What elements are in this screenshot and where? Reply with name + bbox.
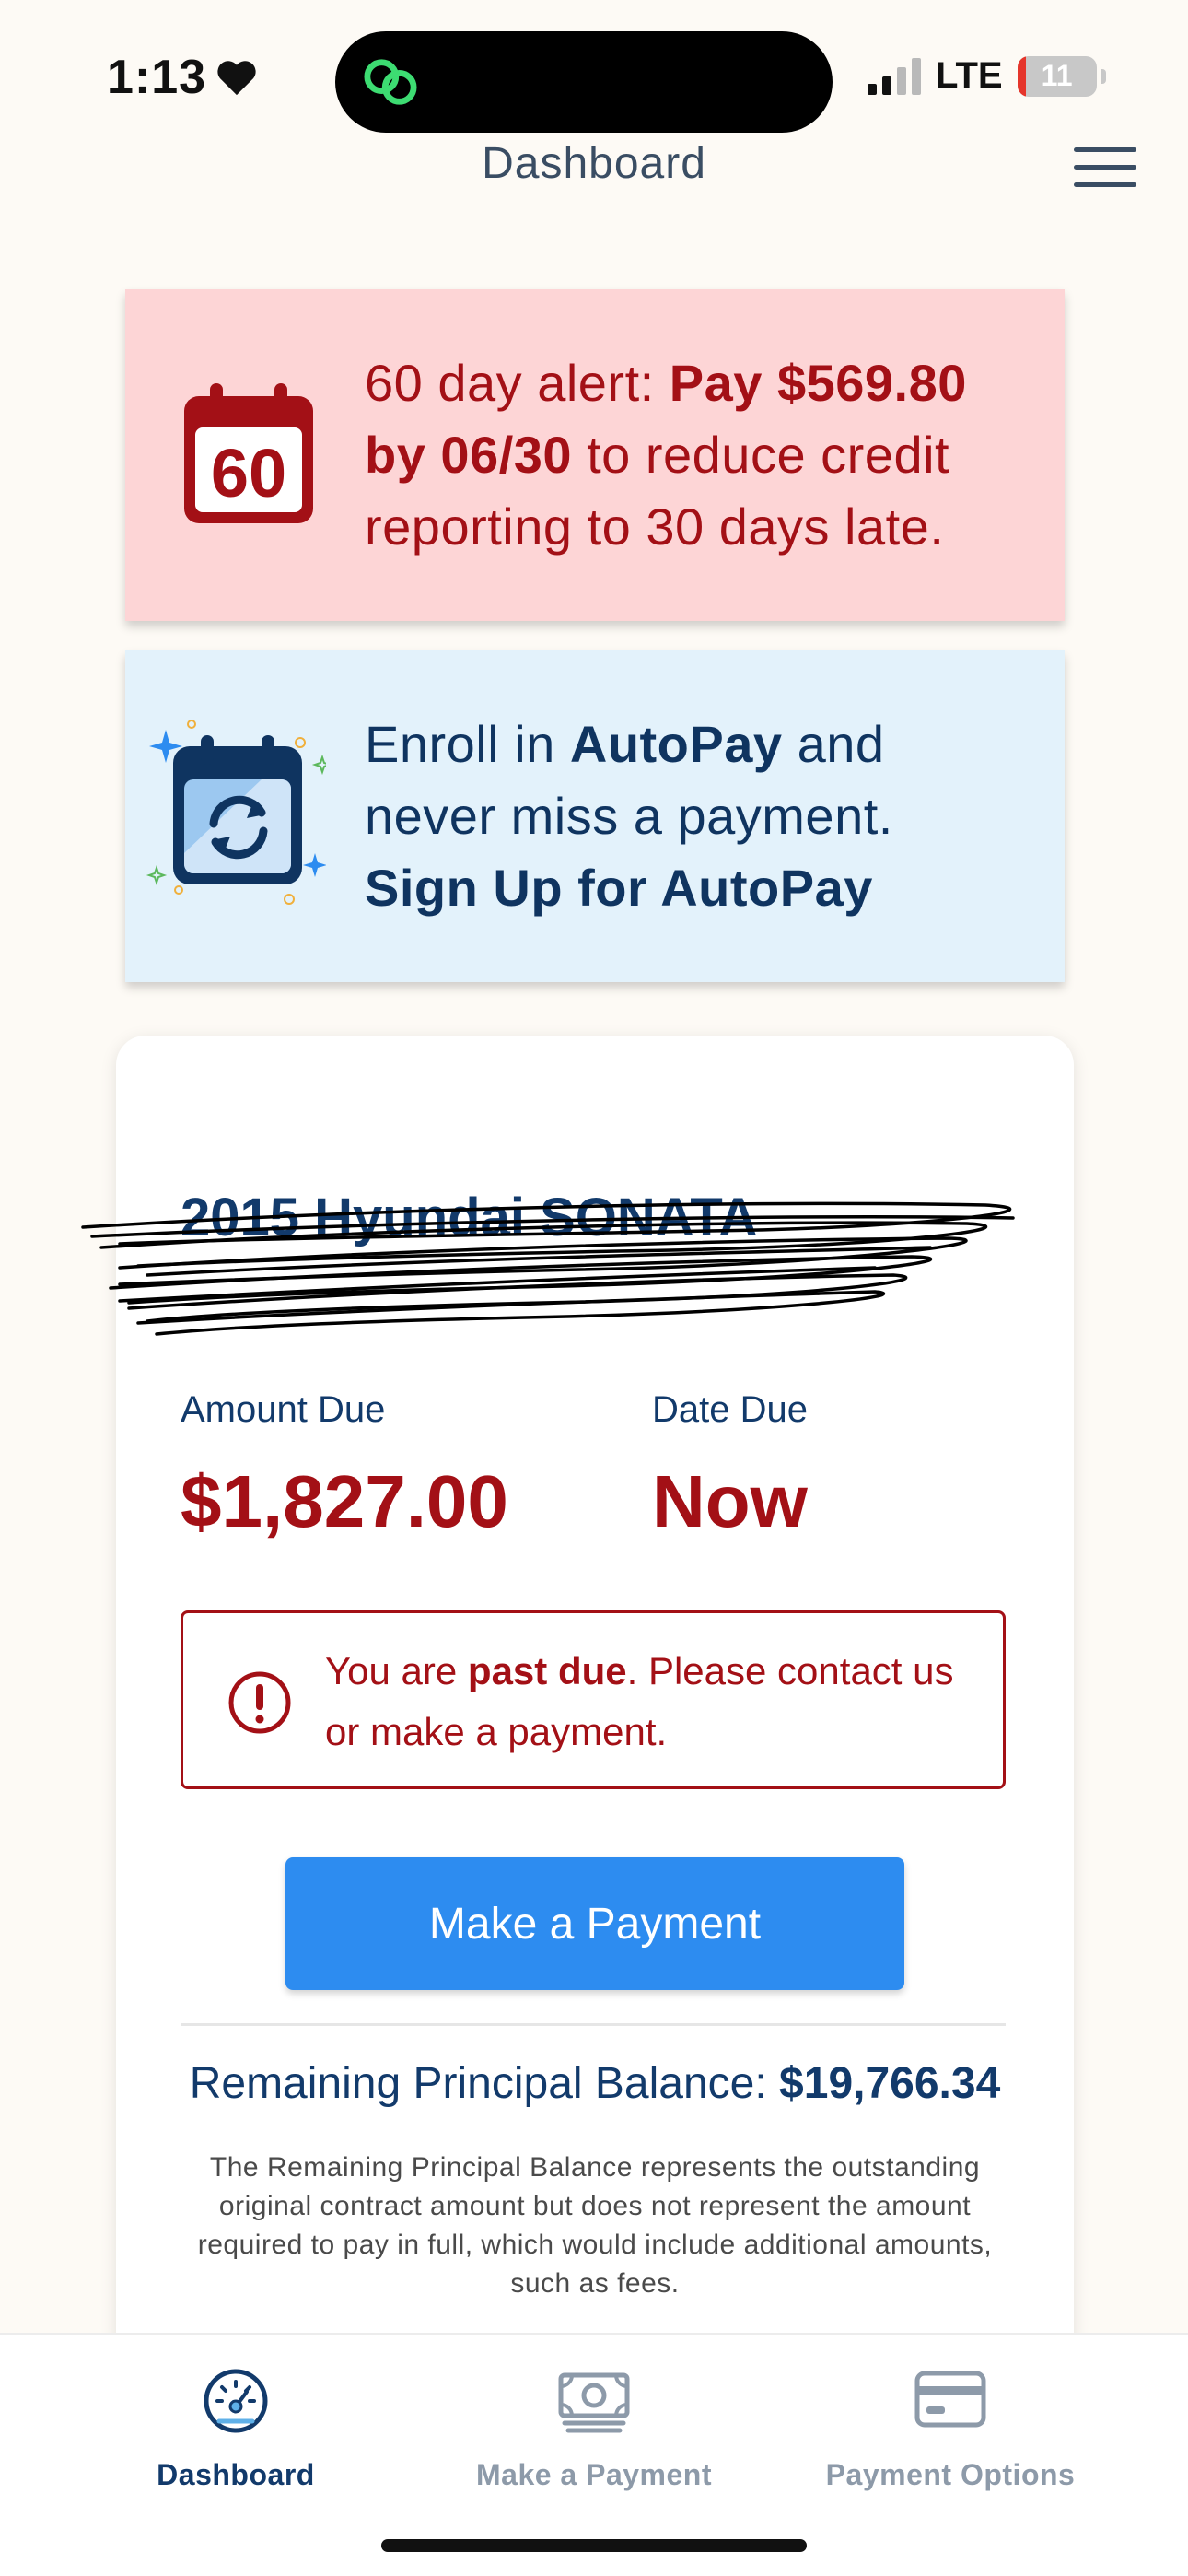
time-text: 1:13 <box>107 51 207 104</box>
home-indicator <box>381 2539 807 2552</box>
principal-value: $19,766.34 <box>779 2059 1001 2108</box>
battery-nub <box>1100 68 1106 84</box>
page-title: Dashboard <box>482 139 706 188</box>
nav-make-payment-label: Make a Payment <box>475 2458 712 2491</box>
principal-label: Remaining Principal Balance: <box>189 2059 780 2108</box>
nav-payment-options[interactable]: Payment Options <box>766 2353 1135 2510</box>
status-time: 1:13 <box>107 50 258 105</box>
past-due-prefix: You are <box>325 1649 468 1692</box>
redaction-scribble <box>81 1201 1015 1336</box>
battery-fill <box>1017 55 1027 97</box>
nav-dashboard[interactable]: Dashboard <box>52 2353 420 2510</box>
calendar-number: 60 <box>211 435 286 511</box>
past-due-bold: past due <box>467 1649 627 1692</box>
dynamic-island <box>335 31 833 133</box>
autopay-text-prefix: Enroll in <box>365 715 570 773</box>
speedometer-icon <box>204 2369 268 2433</box>
hamburger-line <box>1074 182 1136 187</box>
cash-icon <box>558 2372 630 2433</box>
autopay-signup-link[interactable]: Sign Up for AutoPay <box>365 859 873 917</box>
battery-text: 11 <box>1041 59 1073 92</box>
amount-due-value: $1,827.00 <box>181 1460 508 1542</box>
app-link-icon <box>364 59 417 105</box>
alert-banner[interactable]: 60 60 day alert: Pay $569.80 by 06/30 to… <box>125 289 1065 621</box>
principal-balance: Remaining Principal Balance: $19,766.34 <box>116 2058 1074 2109</box>
hamburger-line <box>1074 165 1136 170</box>
past-due-text: You are past due. Please contact us or m… <box>325 1641 966 1762</box>
alert-text-prefix: 60 day alert: <box>365 354 670 412</box>
status-bar: 1:13 LTE 11 <box>0 0 1188 157</box>
past-due-alert: You are past due. Please contact us or m… <box>181 1610 1006 1789</box>
signal-icon <box>868 57 921 95</box>
divider <box>181 2023 1006 2026</box>
status-indicators: LTE 11 <box>868 55 1106 97</box>
calendar-60-icon: 60 <box>184 383 313 523</box>
heart-icon <box>217 61 256 96</box>
amount-due-label: Amount Due <box>181 1389 386 1430</box>
nav-make-payment[interactable]: Make a Payment <box>410 2353 778 2510</box>
hamburger-line <box>1074 147 1136 152</box>
alert-text: 60 day alert: Pay $569.80 by 06/30 to re… <box>365 347 1028 563</box>
nav-payment-options-label: Payment Options <box>825 2458 1076 2491</box>
menu-button[interactable] <box>1074 147 1140 190</box>
network-label: LTE <box>936 55 1003 96</box>
principal-note: The Remaining Principal Balance represen… <box>197 2152 993 2299</box>
autopay-text: Enroll in AutoPay and never miss a payme… <box>365 708 1028 924</box>
autopay-banner[interactable]: Enroll in AutoPay and never miss a payme… <box>125 650 1065 982</box>
account-card: 2015 Hyundai SONATA Amount Due Date Due … <box>81 1036 1074 2344</box>
card-icon <box>914 2371 986 2428</box>
date-due-label: Date Due <box>652 1389 808 1430</box>
autopay-calendar-icon <box>146 720 326 905</box>
exclamation-circle-icon <box>228 1671 291 1734</box>
battery-icon: 11 <box>1017 55 1097 97</box>
make-payment-button[interactable]: Make a Payment <box>285 1857 904 1990</box>
autopay-text-bold: AutoPay <box>569 715 783 773</box>
nav-dashboard-label: Dashboard <box>157 2458 315 2491</box>
date-due-value: Now <box>652 1460 808 1542</box>
